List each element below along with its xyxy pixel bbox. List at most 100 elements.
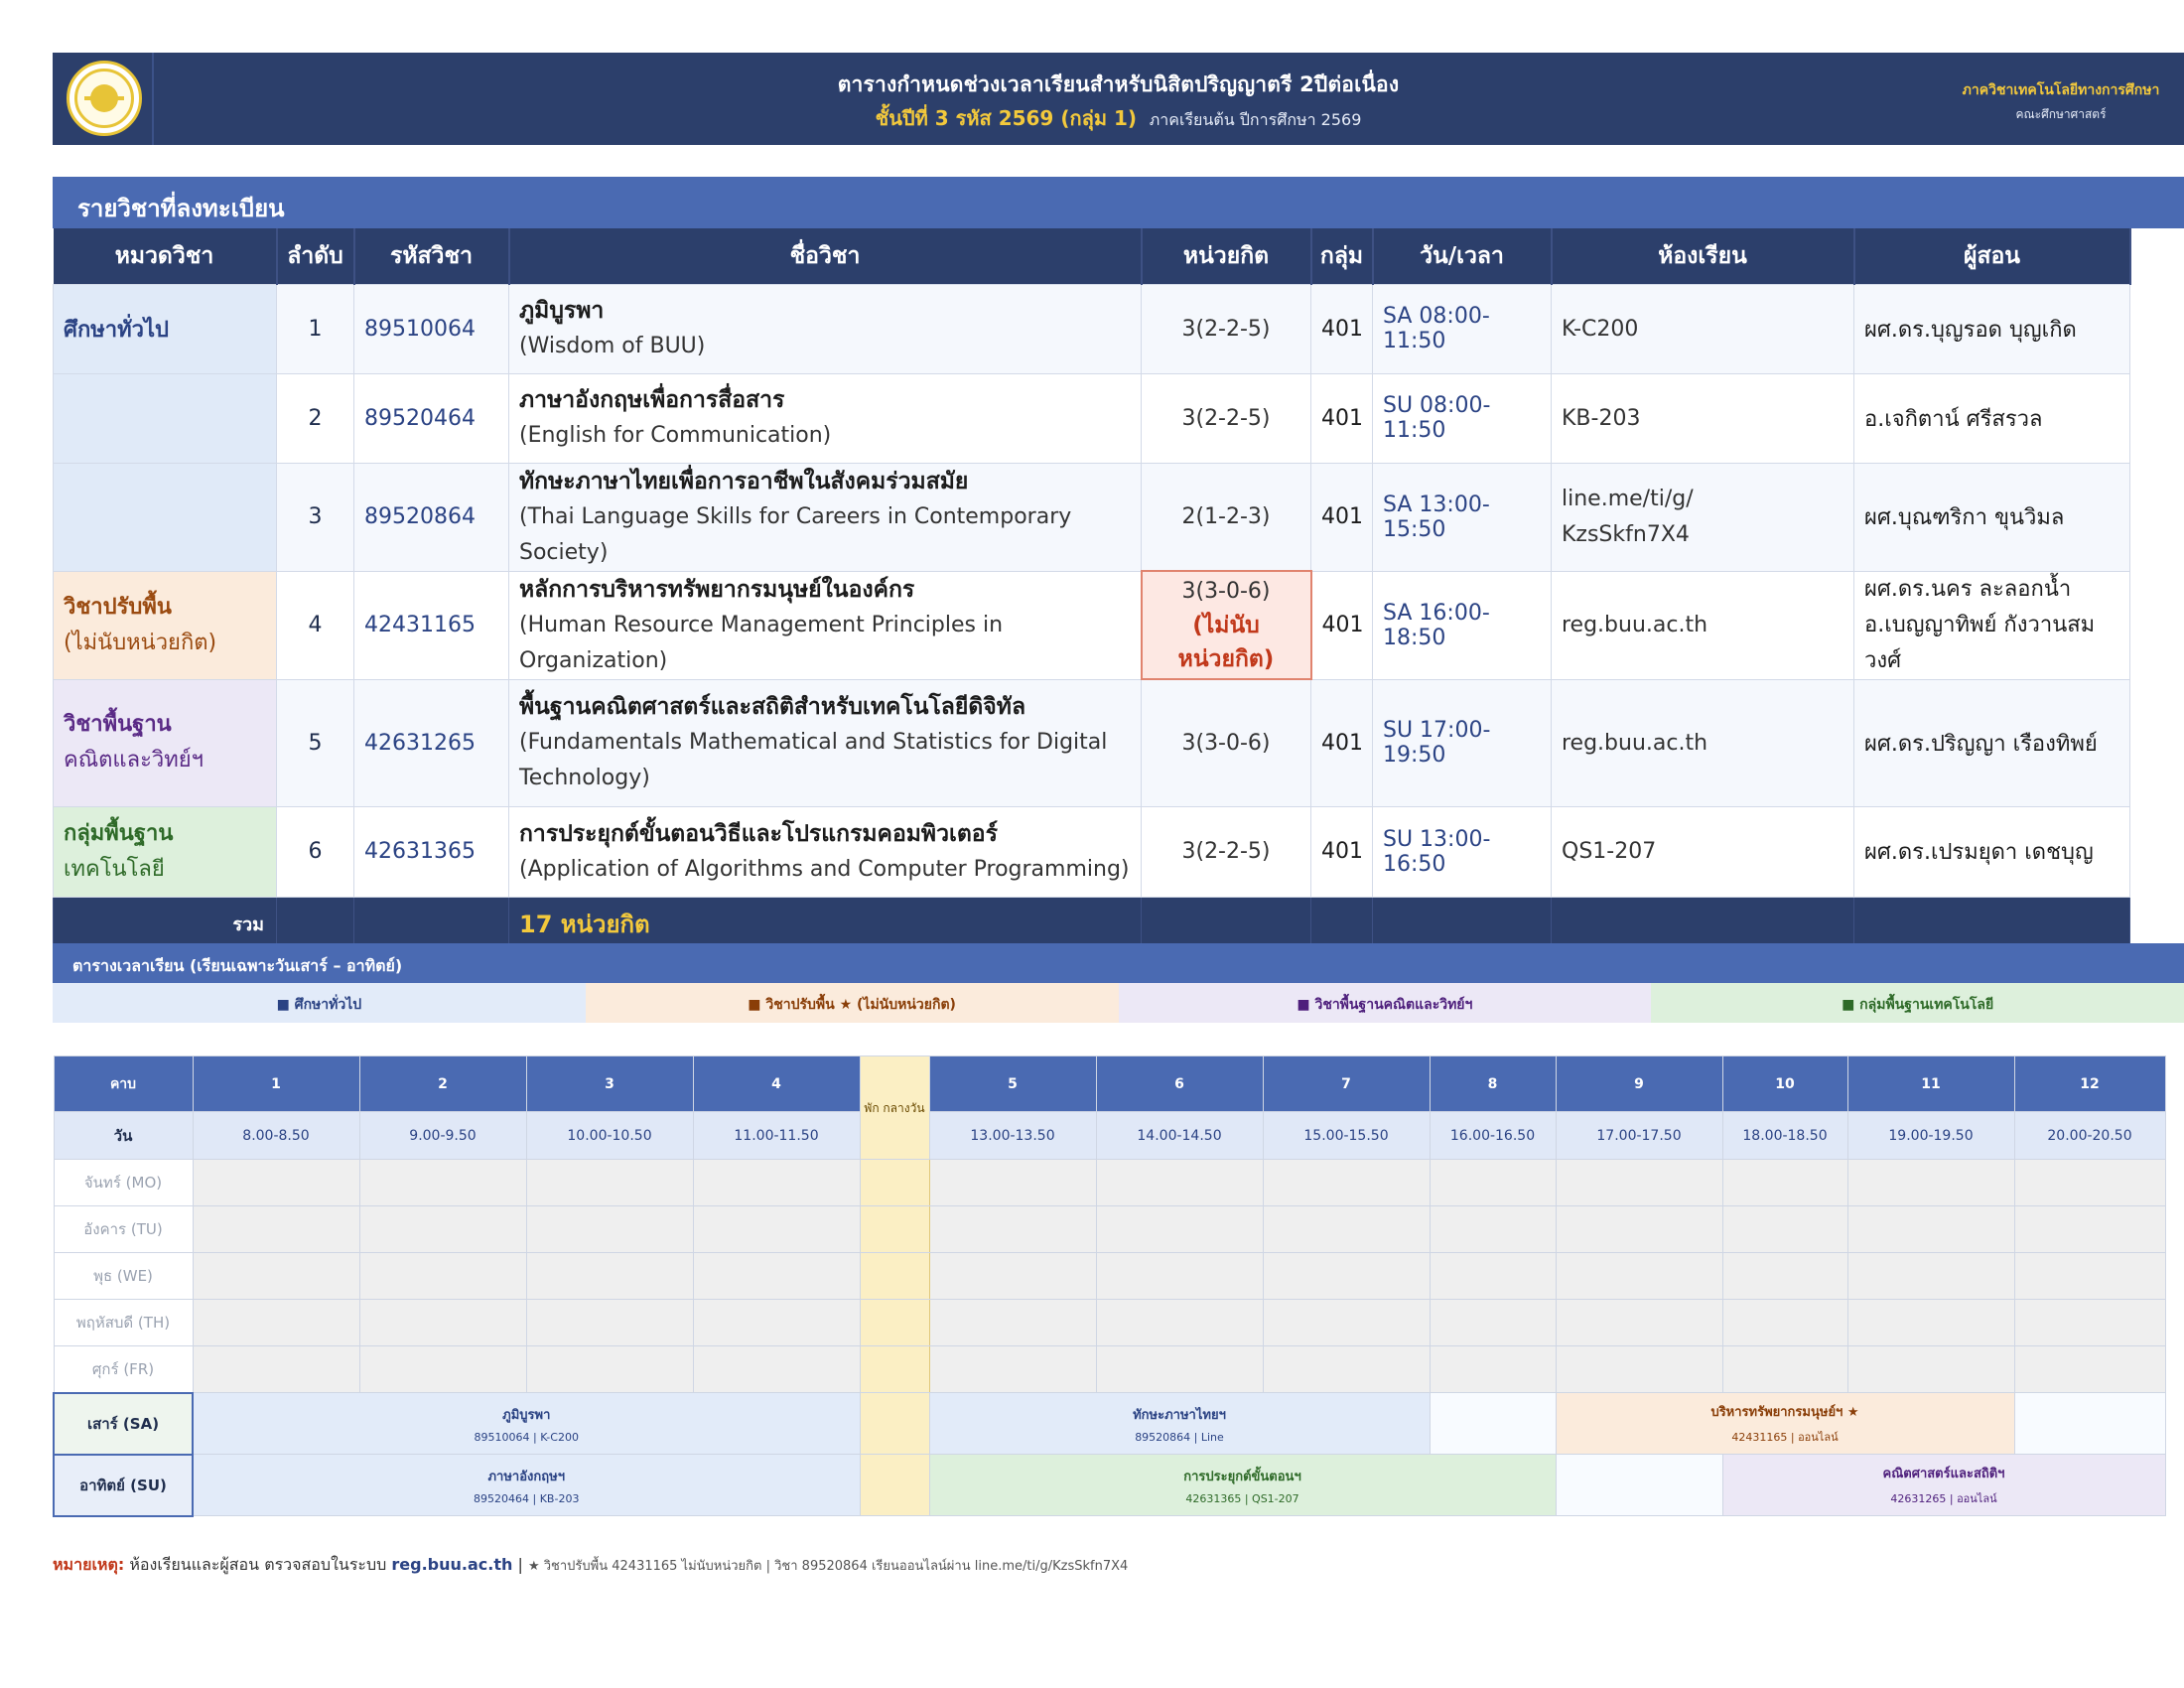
- empty-slot: [1721, 1345, 1848, 1393]
- class-block[interactable]: การประยุกต์ขั้นตอนฯ 42631365 | QS1-207: [928, 1454, 1557, 1516]
- lunch-break: พัก กลางวัน: [859, 1055, 930, 1160]
- footnote-text: ห้องเรียนและผู้สอน ตรวจสอบในระบบ: [129, 1555, 387, 1574]
- empty-slot: [1555, 1299, 1723, 1346]
- col-name: ชื่อวิชา: [508, 228, 1143, 284]
- table-row: วิชาพื้นฐาน คณิตและวิทย์ฯ 5 42631265 พื้…: [53, 678, 2130, 807]
- table-row: ศึกษาทั่วไป 1 89510064 ภูมิบูรพา (Wisdom…: [53, 283, 2130, 374]
- empty-slot: [192, 1345, 360, 1393]
- col-credit: หน่วยกิต: [1141, 228, 1312, 284]
- empty-slot: [692, 1205, 861, 1253]
- empty-slot: [1262, 1205, 1431, 1253]
- order-cell: 6: [276, 805, 354, 898]
- semester-label: ภาคเรียนต้น ปีการศึกษา 2569: [1149, 110, 1362, 129]
- teacher-cell: อ.เจกิตาน์ ศรีสรวล: [1853, 372, 2130, 464]
- class-block[interactable]: ภูมิบูรพา 89510064 | K-C200: [192, 1392, 861, 1455]
- name-cell: ภูมิบูรพา (Wisdom of BUU): [508, 283, 1142, 374]
- class-block[interactable]: ทักษะภาษาไทยฯ 89520864 | Line: [928, 1392, 1431, 1455]
- teacher-cell: ผศ.บุณฑริกา ขุนวิมล: [1853, 462, 2130, 572]
- class-block-title: คณิตศาสตร์และสถิติฯ: [1882, 1467, 2005, 1481]
- empty-slot: [1846, 1159, 2015, 1206]
- teacher-cell: ผศ.ดร.นคร ละลอกน้ำ อ.เบญญาทิพย์ กังวานสม…: [1853, 570, 2130, 680]
- course-name-en: (Application of Algorithms and Computer …: [519, 856, 1130, 882]
- class-block-detail: 89510064 | K-C200: [474, 1430, 579, 1444]
- reg-link[interactable]: reg.buu.ac.th: [391, 1555, 512, 1574]
- total-row: รวม 17 หน่วยกิต: [53, 896, 2130, 951]
- teacher-1: ผศ.ดร.นคร ละลอกน้ำ: [1864, 576, 2072, 602]
- day-label: วัน: [53, 1111, 194, 1160]
- weekday-row-we: พุธ (WE): [53, 1252, 2166, 1300]
- empty-slot: [1429, 1252, 1557, 1300]
- name-cell: ภาษาอังกฤษเพื่อการสื่อสาร (English for C…: [508, 372, 1142, 464]
- time-cell: SU 17:00-19:50: [1372, 678, 1552, 807]
- weekend-row-su: อาทิตย์ (SU) ภาษาอังกฤษฯ 89520464 | KB-2…: [53, 1453, 2166, 1517]
- total-credits: 17 หน่วยกิต: [508, 896, 1142, 951]
- room-cell: K-C200: [1551, 283, 1854, 374]
- class-block[interactable]: คณิตศาสตร์และสถิติฯ 42631265 | ออนไลน์: [1721, 1454, 2166, 1516]
- time-slot: 14.00-14.50: [1095, 1111, 1264, 1160]
- class-block-title: ภูมิบูรพา: [502, 1407, 551, 1423]
- class-block-detail: 42631265 | ออนไลน์: [1890, 1492, 1997, 1505]
- period-4: 4: [692, 1055, 861, 1112]
- group-cell: 401: [1310, 283, 1373, 374]
- empty-slot: [192, 1159, 360, 1206]
- col-order: ลำดับ: [276, 228, 355, 284]
- group-cell: 401: [1310, 678, 1373, 807]
- legend-math-science: ■ วิชาพื้นฐานคณิตและวิทย์ฯ: [1118, 983, 1652, 1023]
- weekend-row-sa: เสาร์ (SA) ภูมิบูรพา 89510064 | K-C200 ท…: [53, 1391, 2166, 1456]
- empty-slot: [692, 1159, 861, 1206]
- time-slot: 17.00-17.50: [1555, 1111, 1723, 1160]
- empty-slot: [1721, 1299, 1848, 1346]
- time-slot: 9.00-9.50: [358, 1111, 527, 1160]
- room-link-code[interactable]: KzsSkfn7X4: [1562, 517, 1843, 553]
- category-main: วิชาพื้นฐาน: [64, 712, 172, 737]
- day-label: พุธ (WE): [53, 1252, 194, 1300]
- period-12: 12: [2013, 1055, 2166, 1112]
- courses-section-title: รายวิชาที่ลงทะเบียน: [53, 177, 2184, 228]
- empty-slot: [1095, 1159, 1264, 1206]
- course-name-th: ภูมิบูรพา: [519, 298, 605, 324]
- timetable-section-title: ตารางเวลาเรียน (เรียนเฉพาะวันเสาร์ – อาท…: [53, 943, 2184, 983]
- course-name-th: หลักการบริหารทรัพยากรมนุษย์ในองค์กร: [519, 576, 915, 603]
- credit-cell: 3(3-0-6): [1141, 678, 1311, 807]
- class-block[interactable]: บริหารทรัพยากรมนุษย์ฯ ★ 42431165 | ออนไล…: [1555, 1392, 2015, 1455]
- col-category: หมวดวิชา: [53, 228, 278, 284]
- lunch-slot: [859, 1392, 930, 1455]
- empty-slot: [2013, 1159, 2166, 1206]
- period-10: 10: [1721, 1055, 1848, 1112]
- empty-slot: [928, 1205, 1097, 1253]
- courses-table: หมวดวิชา ลำดับ รหัสวิชา ชื่อวิชา หน่วยกิ…: [53, 228, 2131, 951]
- class-block[interactable]: ภาษาอังกฤษฯ 89520464 | KB-203: [192, 1454, 861, 1516]
- empty-slot: [1262, 1252, 1431, 1300]
- period-label: คาบ: [53, 1055, 194, 1112]
- empty-slot: [1846, 1205, 2015, 1253]
- total-empty: [276, 896, 354, 951]
- lunch-slot: [859, 1345, 930, 1393]
- room-link[interactable]: line.me/ti/g/: [1562, 482, 1843, 517]
- day-label: อาทิตย์ (SU): [53, 1453, 194, 1517]
- empty-slot: [692, 1299, 861, 1346]
- empty-slot: [1095, 1345, 1264, 1393]
- day-label: พฤหัสบดี (TH): [53, 1299, 194, 1346]
- code-cell: 42431165: [353, 570, 509, 680]
- col-code: รหัสวิชา: [353, 228, 510, 284]
- time-cell: SA 16:00-18:50: [1372, 570, 1552, 680]
- empty-slot: [1846, 1299, 2015, 1346]
- empty-slot: [358, 1205, 527, 1253]
- credit-cell: 2(1-2-3): [1141, 462, 1311, 572]
- table-row: 2 89520464 ภาษาอังกฤษเพื่อการสื่อสาร (En…: [53, 372, 2130, 464]
- empty-slot: [2013, 1392, 2166, 1455]
- department-name: ภาควิชาเทคโนโลยีทางการศึกษา: [1962, 82, 2160, 98]
- credit-cell: 3(2-2-5): [1141, 372, 1311, 464]
- class-block-title: ภาษาอังกฤษฯ: [487, 1469, 565, 1484]
- order-cell: 3: [276, 462, 354, 572]
- table-row: กลุ่มพื้นฐาน เทคโนโลยี 6 42631365 การประ…: [53, 805, 2130, 898]
- room-cell: line.me/ti/g/ KzsSkfn7X4: [1551, 462, 1854, 572]
- class-block-title: บริหารทรัพยากรมนุษย์ฯ ★: [1710, 1405, 1859, 1420]
- cohort-label: ชั้นปีที่ 3 รหัส 2569 (กลุ่ม 1): [875, 106, 1138, 130]
- time-slot: 15.00-15.50: [1262, 1111, 1431, 1160]
- room-cell: KB-203: [1551, 372, 1854, 464]
- page-title: ตารางกำหนดช่วงเวลาเรียนสำหรับนิสิตปริญญา…: [837, 72, 1400, 96]
- empty-slot: [1429, 1205, 1557, 1253]
- category-main: วิชาปรับพื้น: [64, 594, 172, 620]
- class-block-detail: 42431165 | ออนไลน์: [1731, 1431, 1839, 1444]
